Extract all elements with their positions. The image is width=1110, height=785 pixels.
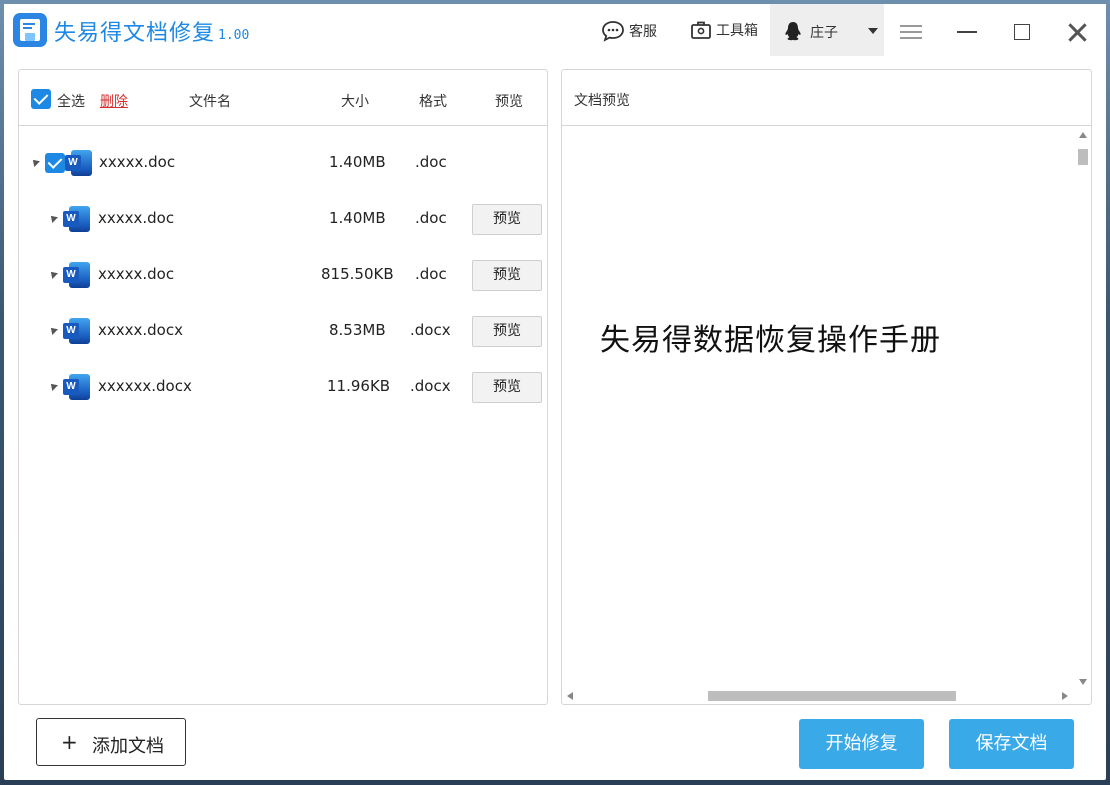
preview-content[interactable]: 失易得数据恢复操作手册: [562, 127, 1091, 704]
preview-title: 文档预览: [574, 93, 630, 109]
chevron-down-icon[interactable]: [868, 28, 878, 34]
toolbox-button[interactable]: 工具箱: [690, 20, 758, 40]
expand-toggle-icon[interactable]: [48, 269, 58, 279]
app-logo-icon: [13, 13, 47, 47]
scroll-down-arrow-icon[interactable]: [1079, 679, 1087, 685]
support-label: 客服: [629, 24, 657, 40]
maximize-icon[interactable]: [1014, 24, 1030, 40]
document-heading: 失易得数据恢复操作手册: [600, 323, 941, 358]
app-title: 失易得文档修复: [54, 21, 216, 46]
word-doc-icon: W: [63, 205, 91, 233]
table-row[interactable]: W xxxxx.docx 8.53MB .docx 预览: [19, 303, 547, 359]
add-document-label: 添加文档: [92, 736, 164, 757]
file-list-panel: 全选 删除 文件名 大小 格式 预览 W xxxxx.doc 1.40MB .d…: [18, 69, 548, 705]
hamburger-menu-icon[interactable]: [900, 25, 922, 39]
preview-button[interactable]: 预览: [472, 316, 542, 347]
file-size: 8.53MB: [329, 321, 386, 339]
chat-bubble-icon: [602, 21, 624, 42]
vertical-scrollbar-thumb[interactable]: [1078, 149, 1088, 165]
save-document-button[interactable]: 保存文档: [949, 719, 1074, 769]
app-version: 1.00: [218, 28, 250, 43]
file-size: 1.40MB: [329, 153, 386, 171]
word-doc-icon: W: [63, 373, 91, 401]
preview-button[interactable]: 预览: [472, 204, 542, 235]
user-menu[interactable]: 庄子: [770, 4, 884, 56]
file-format: .docx: [410, 321, 451, 339]
expand-toggle-icon[interactable]: [48, 381, 58, 391]
table-row[interactable]: W xxxxx.doc 1.40MB .doc 预览: [19, 191, 547, 247]
app-window: 失易得文档修复 1.00 客服 工具箱 庄子 全选 删除 文件名 大小 格式 预…: [4, 4, 1106, 780]
word-doc-icon: W: [63, 317, 91, 345]
select-all-checkbox[interactable]: [31, 89, 51, 109]
file-format: .docx: [410, 377, 451, 395]
minimize-icon[interactable]: [957, 31, 977, 33]
table-row[interactable]: W xxxxxx.docx 11.96KB .docx 预览: [19, 359, 547, 415]
file-format: .doc: [415, 153, 447, 171]
file-size: 11.96KB: [327, 377, 391, 395]
row-checkbox[interactable]: [45, 153, 65, 173]
delete-link[interactable]: 删除: [100, 91, 128, 111]
select-all-label[interactable]: 全选: [57, 91, 85, 111]
file-size: 815.50KB: [321, 265, 394, 283]
horizontal-scrollbar-thumb[interactable]: [708, 691, 956, 701]
file-name: xxxxx.doc: [98, 265, 175, 283]
column-header-preview: 预览: [495, 94, 523, 110]
word-doc-icon: W: [65, 149, 93, 177]
user-name: 庄子: [810, 25, 838, 41]
word-doc-icon: W: [63, 261, 91, 289]
document-preview-panel: 文档预览 失易得数据恢复操作手册: [561, 69, 1092, 705]
plus-icon: +: [61, 730, 78, 754]
support-button[interactable]: 客服: [601, 20, 657, 42]
column-header-format: 格式: [419, 94, 447, 110]
file-size: 1.40MB: [329, 209, 386, 227]
table-row[interactable]: W xxxxx.doc 815.50KB .doc 预览: [19, 247, 547, 303]
preview-header: 文档预览: [562, 70, 1091, 126]
table-row[interactable]: W xxxxx.doc 1.40MB .doc: [19, 135, 547, 191]
column-header-name: 文件名: [189, 94, 231, 110]
toolbox-icon: [691, 21, 711, 39]
expand-toggle-icon[interactable]: [48, 213, 58, 223]
file-name: xxxxxx.docx: [98, 377, 192, 395]
scroll-left-arrow-icon[interactable]: [567, 692, 573, 700]
file-format: .doc: [415, 265, 447, 283]
scroll-up-arrow-icon[interactable]: [1079, 132, 1087, 138]
qq-penguin-icon: [785, 22, 801, 41]
expand-toggle-icon[interactable]: [48, 325, 58, 335]
file-name: xxxxx.doc: [99, 153, 176, 171]
title-bar: 失易得文档修复 1.00 客服 工具箱 庄子: [4, 4, 1106, 56]
preview-button[interactable]: 预览: [472, 260, 542, 291]
start-repair-button[interactable]: 开始修复: [799, 719, 924, 769]
expand-toggle-icon[interactable]: [30, 157, 40, 167]
preview-button[interactable]: 预览: [472, 372, 542, 403]
add-document-button[interactable]: + 添加文档: [36, 718, 186, 766]
file-list-header: 全选 删除 文件名 大小 格式 预览: [19, 70, 547, 126]
close-icon[interactable]: [1067, 22, 1087, 42]
file-name: xxxxx.doc: [98, 209, 175, 227]
file-name: xxxxx.docx: [98, 321, 183, 339]
file-format: .doc: [415, 209, 447, 227]
scroll-right-arrow-icon[interactable]: [1062, 692, 1068, 700]
toolbox-label: 工具箱: [716, 23, 758, 39]
column-header-size: 大小: [341, 94, 369, 110]
